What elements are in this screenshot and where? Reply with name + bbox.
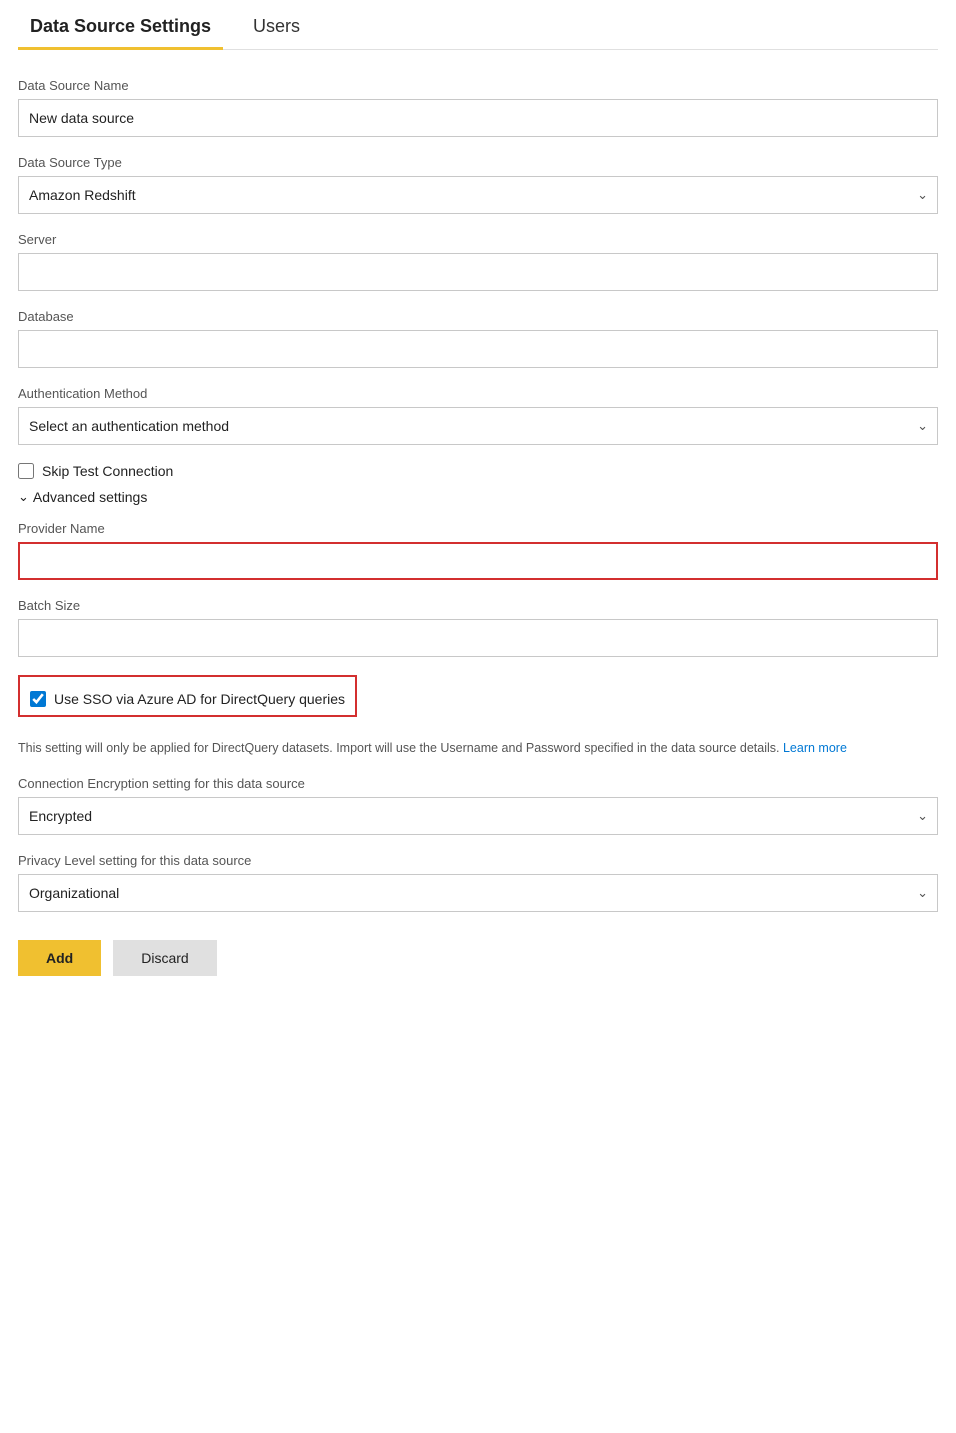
encryption-select-wrapper: Encrypted Not Encrypted No Encryption ⌄: [18, 797, 938, 835]
database-label: Database: [18, 309, 938, 324]
advanced-settings-label: Advanced settings: [33, 489, 147, 505]
tab-users-label: Users: [253, 16, 300, 36]
auth-method-label: Authentication Method: [18, 386, 938, 401]
datasource-type-select-wrapper: Amazon Redshift SQL Server Oracle MySQL …: [18, 176, 938, 214]
provider-name-label: Provider Name: [18, 521, 938, 536]
provider-name-input[interactable]: [18, 542, 938, 580]
tab-data-source-settings[interactable]: Data Source Settings: [18, 0, 223, 49]
datasource-type-label: Data Source Type: [18, 155, 938, 170]
auth-method-select[interactable]: Select an authentication method Basic (U…: [18, 407, 938, 445]
database-input[interactable]: [18, 330, 938, 368]
skip-test-checkbox[interactable]: [18, 463, 34, 479]
auth-method-select-wrapper: Select an authentication method Basic (U…: [18, 407, 938, 445]
tab-bar: Data Source Settings Users: [18, 0, 938, 50]
datasource-type-group: Data Source Type Amazon Redshift SQL Ser…: [18, 155, 938, 214]
sso-learn-more-link[interactable]: Learn more: [783, 741, 847, 755]
sso-checkbox-row: Use SSO via Azure AD for DirectQuery que…: [30, 691, 345, 707]
privacy-group: Privacy Level setting for this data sour…: [18, 853, 938, 912]
skip-test-row: Skip Test Connection: [18, 463, 938, 479]
provider-name-group: Provider Name: [18, 521, 938, 580]
batch-size-label: Batch Size: [18, 598, 938, 613]
sso-checkbox-section: Use SSO via Azure AD for DirectQuery que…: [18, 675, 357, 717]
datasource-type-select[interactable]: Amazon Redshift SQL Server Oracle MySQL …: [18, 176, 938, 214]
encryption-group: Connection Encryption setting for this d…: [18, 776, 938, 835]
database-group: Database: [18, 309, 938, 368]
advanced-settings-toggle[interactable]: ⌄ Advanced settings: [18, 489, 938, 505]
batch-size-group: Batch Size: [18, 598, 938, 657]
privacy-label: Privacy Level setting for this data sour…: [18, 853, 938, 868]
auth-method-group: Authentication Method Select an authenti…: [18, 386, 938, 445]
encryption-label: Connection Encryption setting for this d…: [18, 776, 938, 791]
add-button[interactable]: Add: [18, 940, 101, 976]
sso-checkbox[interactable]: [30, 691, 46, 707]
page-container: Data Source Settings Users Data Source N…: [0, 0, 956, 1016]
skip-test-label[interactable]: Skip Test Connection: [42, 463, 173, 479]
server-input[interactable]: [18, 253, 938, 291]
discard-button[interactable]: Discard: [113, 940, 216, 976]
datasource-name-label: Data Source Name: [18, 78, 938, 93]
sso-section-container: Use SSO via Azure AD for DirectQuery que…: [18, 675, 938, 758]
sso-description-text: This setting will only be applied for Di…: [18, 741, 779, 755]
server-label: Server: [18, 232, 938, 247]
sso-checkbox-label[interactable]: Use SSO via Azure AD for DirectQuery que…: [54, 691, 345, 707]
button-row: Add Discard: [18, 940, 938, 976]
sso-description: This setting will only be applied for Di…: [18, 739, 888, 758]
privacy-select-wrapper: Organizational Public Private None ⌄: [18, 874, 938, 912]
datasource-name-input[interactable]: [18, 99, 938, 137]
server-group: Server: [18, 232, 938, 291]
advanced-settings-chevron-icon: ⌄: [18, 489, 29, 505]
batch-size-input[interactable]: [18, 619, 938, 657]
tab-data-source-settings-label: Data Source Settings: [30, 16, 211, 36]
datasource-name-group: Data Source Name: [18, 78, 938, 137]
encryption-select[interactable]: Encrypted Not Encrypted No Encryption: [18, 797, 938, 835]
privacy-select[interactable]: Organizational Public Private None: [18, 874, 938, 912]
tab-users[interactable]: Users: [241, 0, 312, 49]
